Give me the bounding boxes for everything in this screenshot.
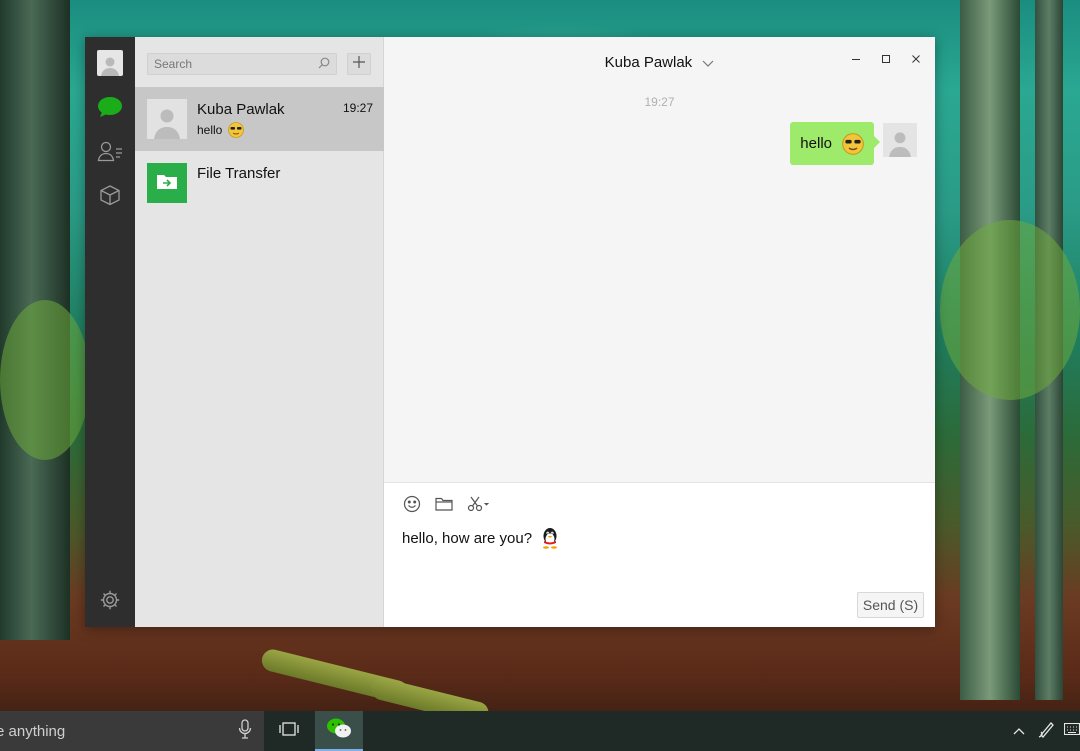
cube-icon [99, 184, 121, 211]
search-icon [318, 57, 330, 72]
avatar [147, 99, 187, 139]
chat-name: Kuba Pawlak [197, 101, 285, 118]
wallpaper-foliage [0, 300, 90, 460]
touch-keyboard-button[interactable] [1063, 711, 1080, 751]
message-input[interactable]: hello, how are you? [402, 527, 560, 549]
contacts-nav-button[interactable] [85, 133, 135, 173]
taskbar-search-box[interactable]: e anything [0, 711, 264, 751]
message-timestamp: 19:27 [644, 95, 675, 109]
chat-name: File Transfer [197, 165, 281, 182]
send-button[interactable]: Send (S) [857, 592, 924, 618]
cool-face-icon [228, 122, 245, 138]
chat-list-panel: Search Kuba Pawlak hello 19:27 File Tran… [135, 37, 384, 627]
maximize-icon [881, 51, 891, 69]
gear-icon [99, 589, 121, 616]
sent-message-bubble[interactable]: hello [790, 122, 880, 165]
close-icon [911, 51, 921, 69]
wallpaper-foliage [940, 220, 1080, 400]
maximize-button[interactable] [871, 51, 901, 69]
taskbar-wechat-button[interactable] [315, 711, 363, 751]
taskbar-search-text: e anything [0, 722, 66, 740]
nav-sidebar [85, 37, 135, 627]
plus-icon [352, 55, 366, 74]
wechat-icon [326, 717, 352, 744]
close-button[interactable] [901, 51, 931, 69]
folder-arrow-icon [156, 172, 178, 195]
chevron-down-icon [702, 55, 714, 72]
avatar-icon [97, 50, 123, 76]
pen-workspace-button[interactable] [1036, 711, 1058, 751]
send-file-button[interactable] [434, 496, 454, 516]
chat-list-item[interactable]: File Transfer [135, 151, 384, 215]
penguin-icon [540, 527, 560, 549]
minimize-icon [851, 51, 861, 69]
smiley-icon [403, 495, 421, 518]
show-hidden-icons-button[interactable] [1008, 711, 1030, 751]
chevron-up-icon [1013, 722, 1025, 740]
chat-time: 19:27 [342, 101, 373, 115]
keyboard-icon [1063, 722, 1080, 740]
search-input[interactable]: Search [147, 53, 337, 75]
profile-avatar[interactable] [85, 43, 135, 83]
scissors-icon [467, 496, 491, 517]
chat-bubble-icon [97, 96, 123, 123]
chat-preview: hello [197, 122, 245, 138]
message-composer: hello, how are you? Send (S) [384, 482, 935, 627]
composer-toolbar [402, 495, 492, 518]
conversation-header: Kuba Pawlak [384, 37, 935, 87]
message-text: hello [800, 135, 832, 152]
task-view-icon [278, 721, 300, 742]
task-view-button[interactable] [264, 711, 314, 751]
settings-button[interactable] [85, 582, 135, 622]
my-avatar[interactable] [883, 123, 917, 157]
search-row: Search [147, 53, 372, 75]
chats-nav-button[interactable] [85, 89, 135, 129]
conversation-panel: Kuba Pawlak 19:27 hello hello, how are y… [384, 37, 935, 627]
emoji-button[interactable] [402, 495, 422, 518]
folder-icon [435, 496, 453, 517]
file-transfer-avatar [147, 163, 187, 203]
contact-name: Kuba Pawlak [604, 54, 693, 71]
minimize-button[interactable] [841, 51, 871, 69]
search-placeholder: Search [154, 57, 193, 71]
chat-preview-text: hello [197, 123, 223, 137]
chat-list-item[interactable]: Kuba Pawlak hello 19:27 [135, 87, 384, 151]
contacts-icon [97, 140, 123, 167]
wechat-window: Search Kuba Pawlak hello 19:27 File Tran… [85, 37, 935, 627]
start-group-chat-button[interactable] [347, 53, 371, 75]
microphone-icon[interactable] [238, 719, 252, 743]
screenshot-button[interactable] [466, 496, 492, 516]
draft-text: hello, how are you? [402, 529, 533, 547]
cool-face-icon [842, 132, 864, 155]
favorites-nav-button[interactable] [85, 177, 135, 217]
pen-icon [1038, 720, 1056, 743]
taskbar: e anything [0, 711, 1080, 751]
